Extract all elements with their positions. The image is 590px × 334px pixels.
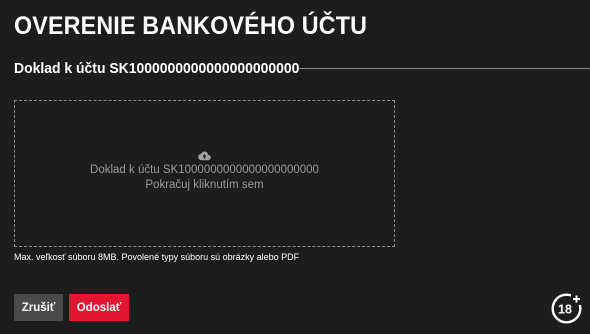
submit-button[interactable]: Odoslať: [69, 294, 129, 321]
cloud-upload-icon: [198, 151, 211, 161]
file-size-hint: Max. veľkosť súboru 8MB. Povolené typy s…: [14, 252, 300, 262]
age-badge-label: 18: [558, 303, 572, 317]
page-title: OVERENIE BANKOVÉHO ÚČTU: [14, 12, 368, 40]
file-dropzone[interactable]: Doklad k účtu SK1000000000000000000000 P…: [14, 100, 395, 247]
age-18-plus-icon: 18: [551, 293, 582, 324]
cancel-button[interactable]: Zrušiť: [14, 294, 63, 321]
dropzone-action: Pokračuj kliknutím sem: [145, 179, 264, 191]
account-subtitle-row: Doklad k účtu SK1000000000000000000000: [14, 58, 590, 78]
account-subtitle: Doklad k účtu SK1000000000000000000000: [14, 59, 300, 77]
dropzone-label: Doklad k účtu SK1000000000000000000000: [90, 164, 319, 176]
subtitle-divider: [299, 68, 590, 69]
dropzone-content: Doklad k účtu SK1000000000000000000000 P…: [15, 151, 394, 193]
